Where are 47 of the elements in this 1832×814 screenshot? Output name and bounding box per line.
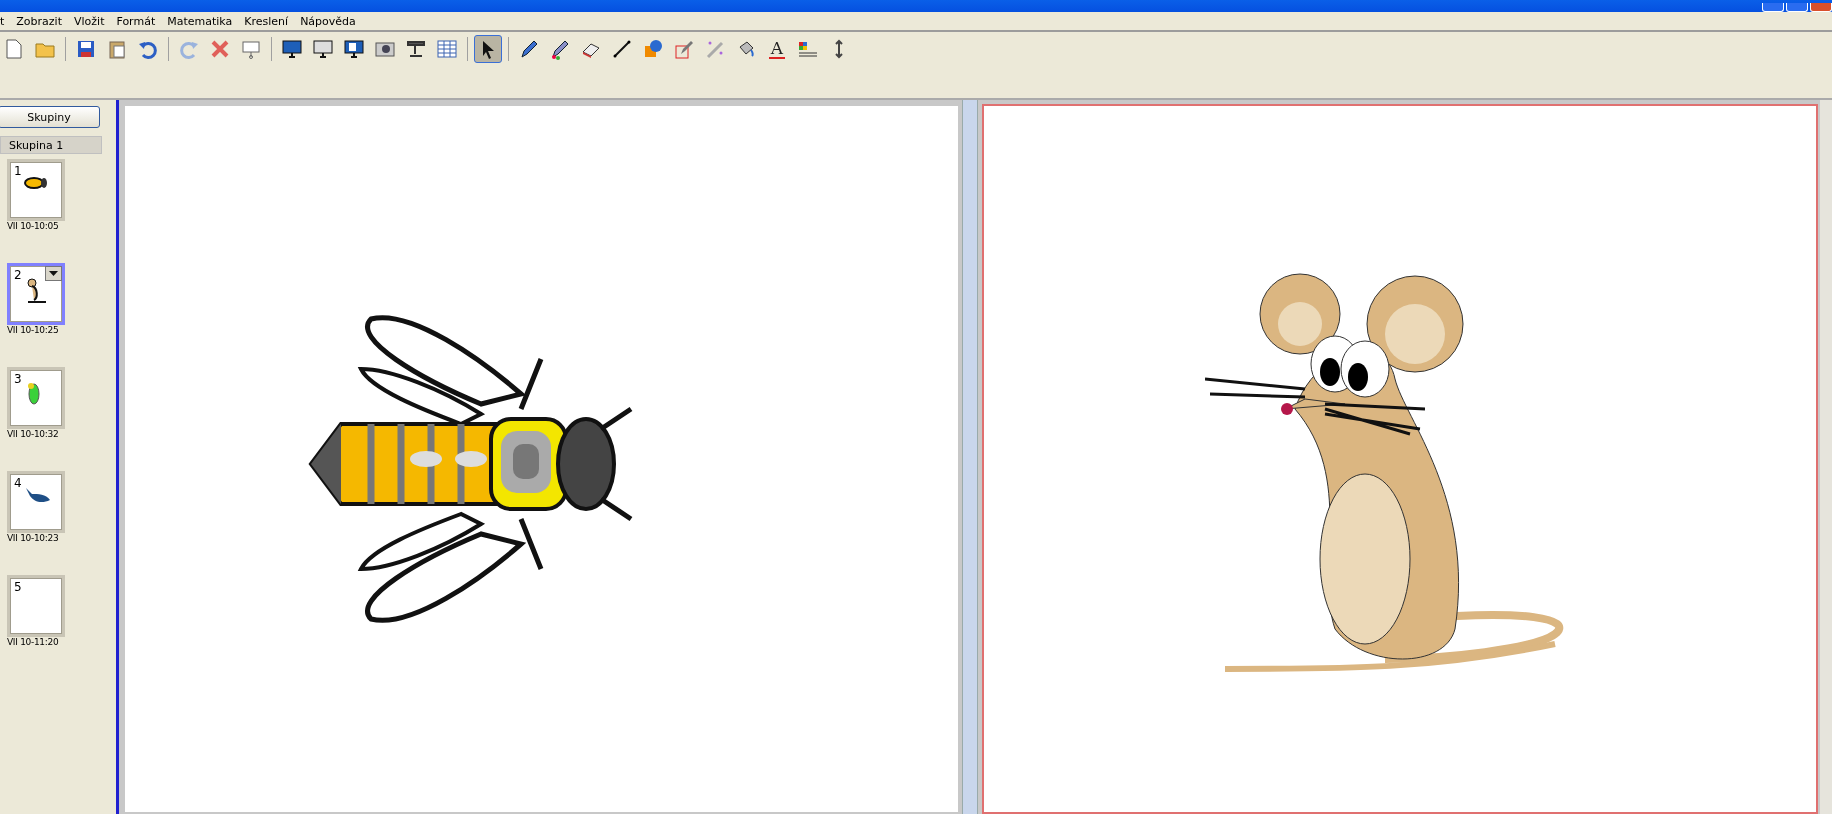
page-timestamp: VII 10-10:23 bbox=[7, 533, 59, 543]
line-icon bbox=[611, 38, 633, 60]
page-number: 4 bbox=[14, 476, 22, 490]
projector-screen-icon bbox=[240, 38, 262, 60]
caret-icon bbox=[49, 271, 58, 276]
delete-icon bbox=[209, 38, 231, 60]
save-icon bbox=[75, 38, 97, 60]
page-timestamp: VII 10-10:25 bbox=[7, 325, 59, 335]
page-thumbnail[interactable]: 1 bbox=[7, 159, 65, 221]
pen-icon bbox=[518, 38, 540, 60]
dropdown-button[interactable] bbox=[45, 266, 62, 281]
menu-item[interactable]: Matematika bbox=[161, 14, 239, 28]
page-timestamp: VII 10-10:05 bbox=[7, 221, 59, 231]
monitor-icon bbox=[281, 38, 303, 60]
page-number: 1 bbox=[14, 164, 22, 178]
page-thumbnail[interactable]: 2 bbox=[7, 263, 65, 325]
font-tool[interactable]: A bbox=[763, 35, 791, 63]
scrollbar[interactable] bbox=[1820, 100, 1832, 814]
group-header: Skupina 1 bbox=[0, 136, 102, 154]
page-timestamp: VII 10-11:20 bbox=[7, 637, 59, 647]
page-timestamp: VII 10-10:32 bbox=[7, 429, 59, 439]
table-icon bbox=[436, 38, 458, 60]
document-camera-icon bbox=[405, 38, 427, 60]
page-thumbnail[interactable]: 5 bbox=[7, 575, 65, 637]
shapes-icon bbox=[642, 38, 664, 60]
minimize-button[interactable] bbox=[1762, 3, 1784, 12]
menu-item[interactable]: Vložit bbox=[68, 14, 111, 28]
monitor-icon bbox=[343, 38, 365, 60]
menu-item[interactable]: Formát bbox=[110, 14, 162, 28]
close-button[interactable] bbox=[1810, 3, 1832, 12]
page-number: 3 bbox=[14, 372, 22, 386]
cursor-tool[interactable] bbox=[474, 35, 502, 63]
maximize-button[interactable] bbox=[1786, 3, 1808, 12]
menu-item[interactable]: Zobrazit bbox=[10, 14, 68, 28]
groups-button[interactable]: Skupiny bbox=[0, 106, 100, 128]
menu-item[interactable]: Nápověda bbox=[294, 14, 362, 28]
clipboard-icon bbox=[106, 38, 128, 60]
page-thumbnail[interactable]: 4 bbox=[7, 471, 65, 533]
page-thumbnail[interactable]: 3 bbox=[7, 367, 65, 429]
monitor-icon bbox=[312, 38, 334, 60]
menu-item[interactable]: t bbox=[0, 14, 11, 28]
document-icon bbox=[3, 38, 25, 60]
page-number: 5 bbox=[14, 580, 22, 594]
menu-item[interactable]: Kreslení bbox=[238, 14, 295, 28]
page-number: 2 bbox=[14, 268, 22, 282]
pen-icon bbox=[549, 38, 571, 60]
pen-icon bbox=[673, 38, 695, 60]
